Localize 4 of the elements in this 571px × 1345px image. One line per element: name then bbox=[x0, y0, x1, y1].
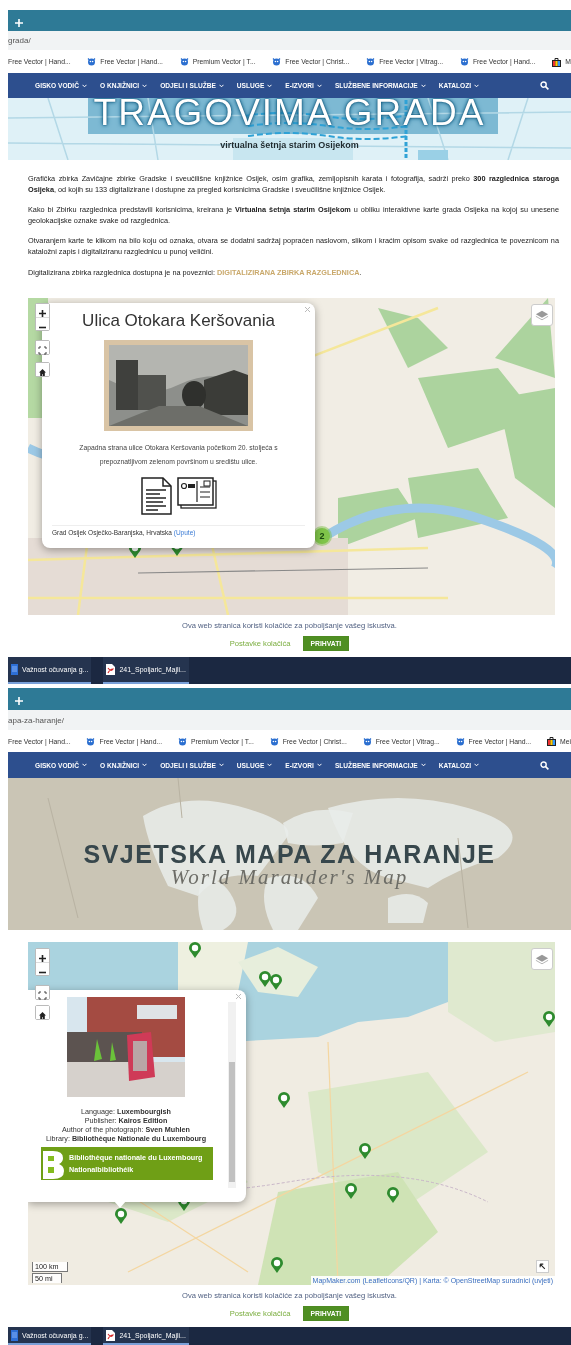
address-field[interactable]: grada/ bbox=[8, 31, 571, 50]
hero-title: TRAGOVIMA GRADA bbox=[93, 98, 486, 130]
hero-subtitle: virtualna šetnja starim Osijekom bbox=[220, 140, 359, 150]
address-field[interactable]: apa-za-haranje/ bbox=[8, 710, 571, 730]
